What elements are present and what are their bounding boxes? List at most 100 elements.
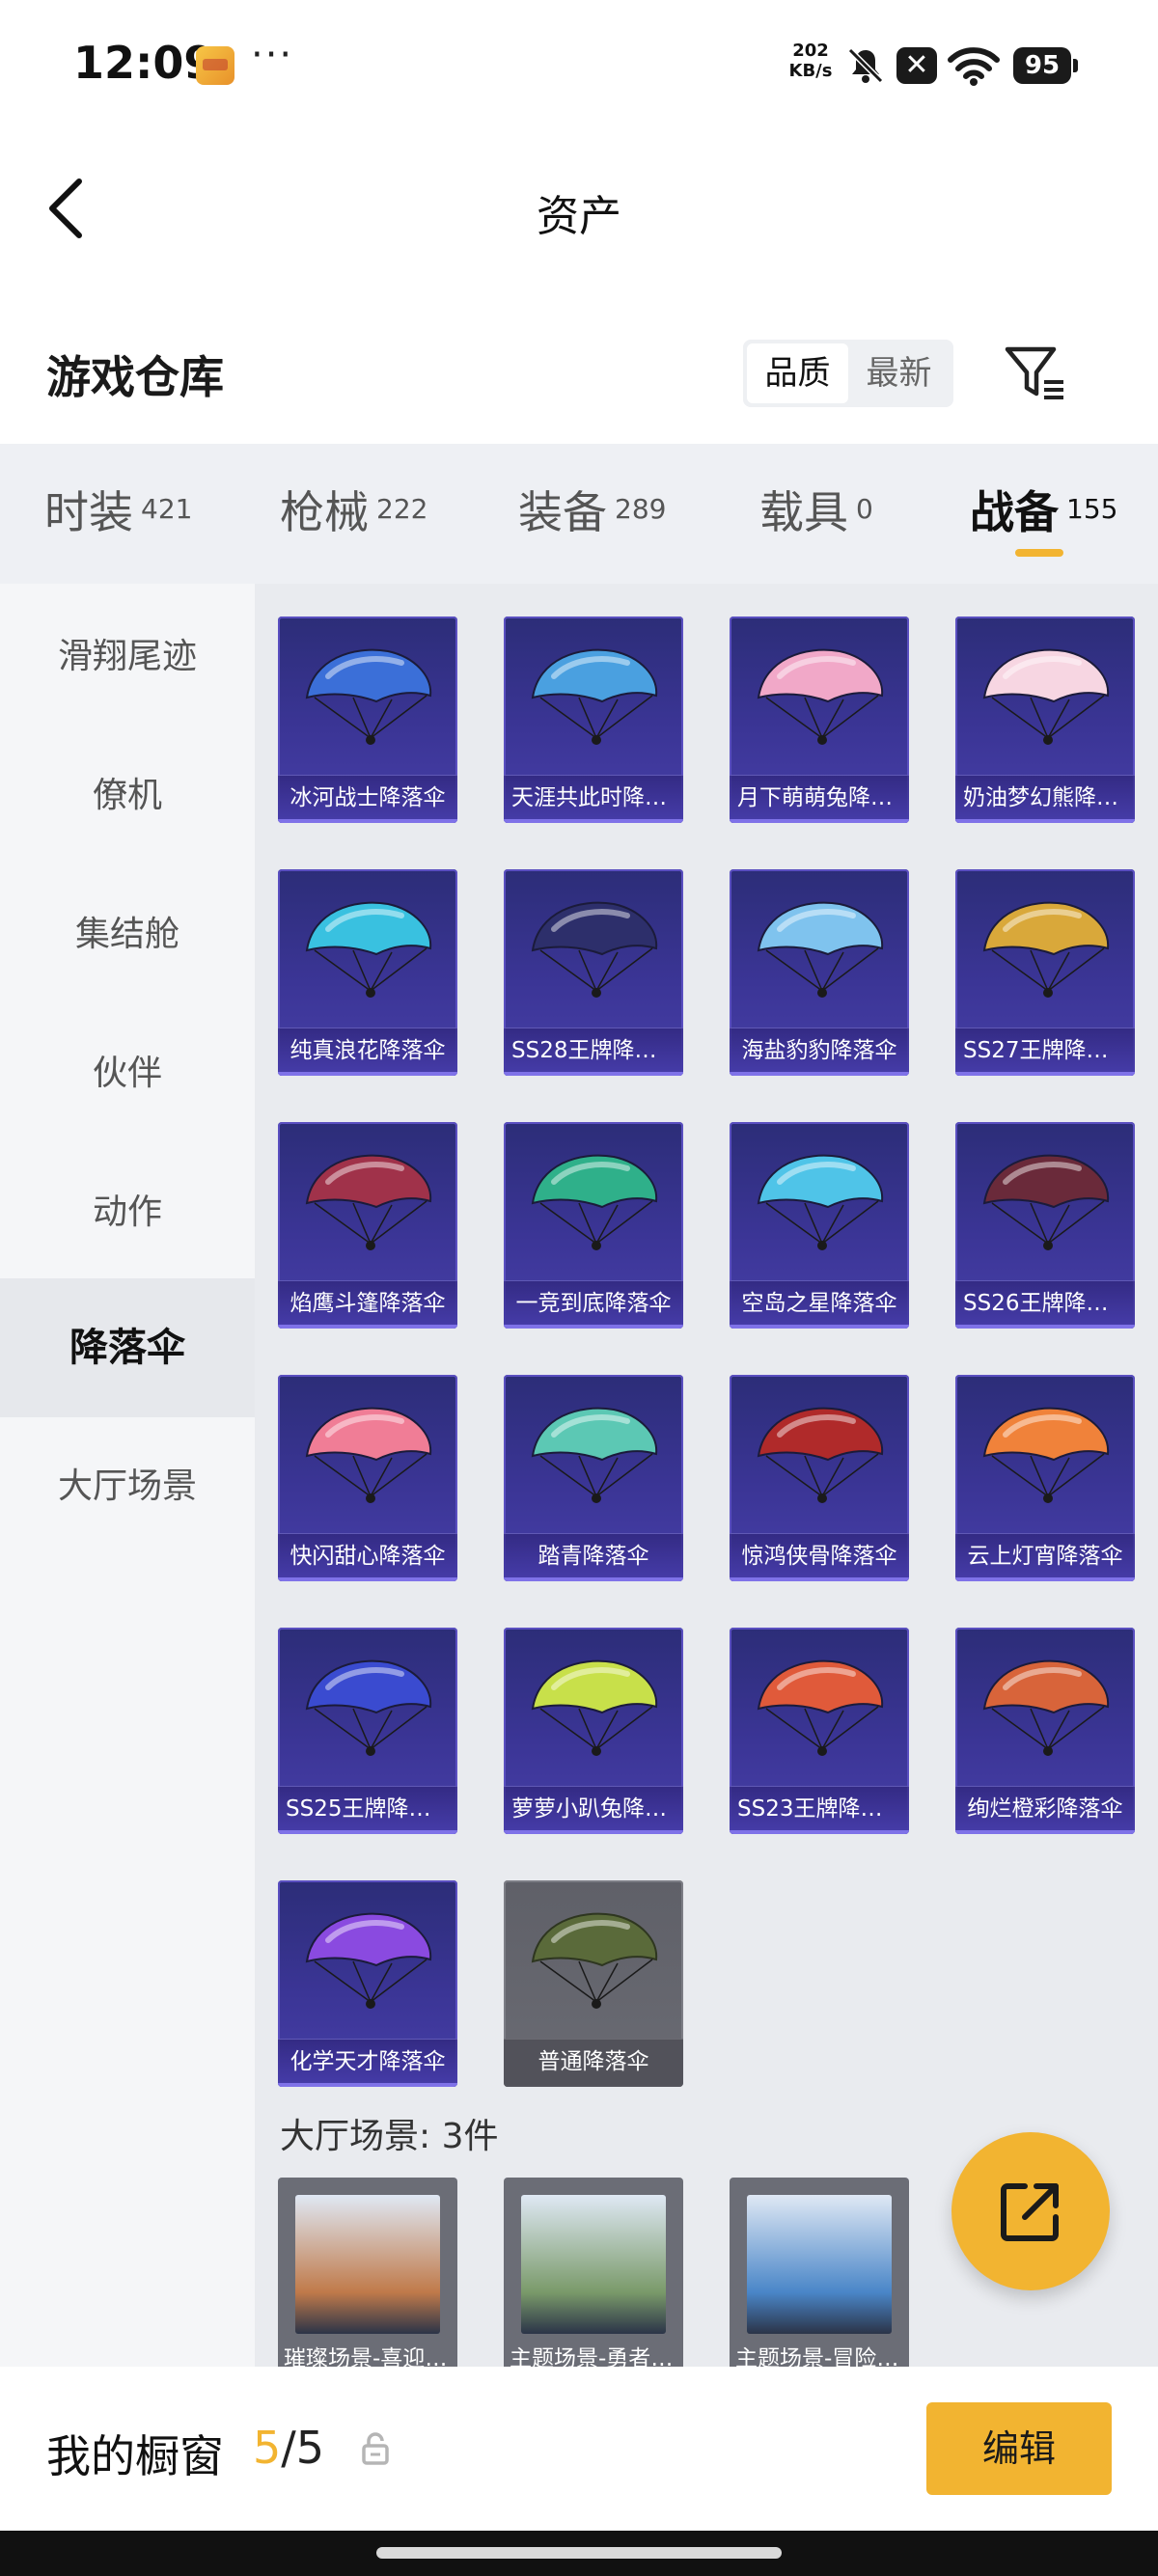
parachute-image	[982, 1659, 1110, 1756]
card-accent-line	[278, 819, 457, 823]
battery-indicator: 95	[1013, 47, 1078, 84]
parachute-image	[531, 901, 658, 998]
parachute-card[interactable]: SS23王牌降落伞	[730, 1628, 909, 1834]
share-button[interactable]	[951, 2132, 1110, 2290]
lobby-scene-name: 璀璨场景-喜迎新春	[284, 2346, 457, 2367]
card-accent-line	[278, 1325, 457, 1329]
tab-count: 289	[615, 493, 667, 525]
card-accent-line	[730, 819, 909, 823]
network-speed-value: 202	[792, 41, 829, 61]
lobby-scene-card[interactable]: 主题场景-冒险之旅	[730, 2178, 909, 2367]
tab-label: 装备	[518, 486, 607, 538]
parachute-card[interactable]: 惊鸿侠骨降落伞	[730, 1375, 909, 1581]
parachute-name: 踏青降落伞	[504, 1533, 683, 1581]
sort-newest-option[interactable]: 最新	[848, 343, 950, 403]
parachute-card[interactable]: 云上灯宵降落伞	[955, 1375, 1135, 1581]
parachute-name: 化学天才降落伞	[278, 2039, 457, 2087]
card-accent-line	[730, 1072, 909, 1076]
parachute-card[interactable]: 绚烂橙彩降落伞	[955, 1628, 1135, 1834]
lobby-scene-section-title: 大厅场景: 3件	[280, 2117, 499, 2156]
parachute-card[interactable]: 天涯共此时降落伞	[504, 617, 683, 823]
parachute-image	[305, 1154, 432, 1250]
parachute-image	[982, 1154, 1110, 1250]
parachute-name: 奶油梦幻熊降落伞	[955, 775, 1135, 823]
tab-equipment[interactable]: 装备 289	[518, 478, 666, 541]
tab-label: 时装	[44, 486, 133, 538]
home-indicator[interactable]	[376, 2547, 782, 2559]
card-accent-line	[278, 2083, 457, 2087]
network-speed-unit: KB/s	[788, 61, 833, 81]
more-notifications-icon: ···	[251, 33, 294, 77]
card-accent-line	[955, 1325, 1135, 1329]
lock-icon	[362, 2432, 389, 2465]
sort-quality-option[interactable]: 品质	[747, 343, 848, 403]
parachute-card[interactable]: 萝萝小趴兔降落伞	[504, 1628, 683, 1834]
item-grid: 大厅场景: 3件 冰河战士降落伞 天涯共此时降落伞 月下萌萌兔降落伞 奶油梦幻熊降落伞…	[255, 584, 1158, 2367]
card-accent-line	[504, 819, 683, 823]
showcase-label: 我的橱窗	[46, 2430, 224, 2482]
x-app-icon: ✕	[896, 47, 937, 84]
parachute-card[interactable]: 快闪甜心降落伞	[278, 1375, 457, 1581]
card-accent-line	[955, 1830, 1135, 1834]
card-accent-line	[730, 1577, 909, 1581]
parachute-card[interactable]: 焰鹰斗篷降落伞	[278, 1122, 457, 1329]
parachute-card[interactable]: 海盐豹豹降落伞	[730, 869, 909, 1076]
lobby-scene-thumbnail	[747, 2195, 892, 2334]
lobby-scene-thumbnail	[521, 2195, 666, 2334]
tab-fashion[interactable]: 时装 421	[44, 478, 192, 541]
sidebar-item-rally-pod[interactable]: 集结舱	[0, 865, 255, 1004]
lobby-scene-card[interactable]: 璀璨场景-喜迎新春	[278, 2178, 457, 2367]
parachute-image	[757, 901, 884, 998]
parachute-name: SS26王牌降落伞	[955, 1280, 1135, 1329]
parachute-card[interactable]: SS28王牌降落伞	[504, 869, 683, 1076]
parachute-image	[305, 901, 432, 998]
parachute-card[interactable]: 化学天才降落伞	[278, 1880, 457, 2087]
card-accent-line	[278, 1830, 457, 1834]
parachute-card[interactable]: 月下萌萌兔降落伞	[730, 617, 909, 823]
parachute-name: 月下萌萌兔降落伞	[730, 775, 909, 823]
card-accent-line	[278, 1577, 457, 1581]
lobby-scene-card[interactable]: 主题场景-勇者之巅	[504, 2178, 683, 2367]
sidebar-item-companion[interactable]: 伙伴	[0, 1004, 255, 1143]
parachute-image	[757, 1407, 884, 1503]
parachute-name: SS28王牌降落伞	[504, 1028, 683, 1076]
card-accent-line	[730, 1830, 909, 1834]
warehouse-title: 游戏仓库	[46, 351, 224, 403]
parachute-image	[531, 1407, 658, 1503]
card-accent-line	[955, 1072, 1135, 1076]
tab-firearms[interactable]: 枪械 222	[280, 478, 427, 541]
parachute-card[interactable]: SS27王牌降落伞	[955, 869, 1135, 1076]
tab-vehicles[interactable]: 载具 0	[759, 478, 873, 541]
parachute-name: SS25王牌降落伞	[278, 1786, 457, 1834]
filter-icon[interactable]	[1004, 343, 1067, 403]
parachute-card[interactable]: 纯真浪花降落伞	[278, 869, 457, 1076]
parachute-image	[305, 1912, 432, 2009]
parachute-card[interactable]: 冰河战士降落伞	[278, 617, 457, 823]
sidebar-item-wingman[interactable]: 僚机	[0, 726, 255, 865]
share-export-icon	[1001, 2183, 1059, 2241]
parachute-name: 普通降落伞	[504, 2039, 683, 2087]
parachute-name: SS23王牌降落伞	[730, 1786, 909, 1834]
network-speed: 202 KB/s	[784, 41, 838, 81]
parachute-name: 快闪甜心降落伞	[278, 1533, 457, 1581]
parachute-card[interactable]: 奶油梦幻熊降落伞	[955, 617, 1135, 823]
tab-combat-gear[interactable]: 战备 155	[970, 478, 1117, 541]
parachute-name: 惊鸿侠骨降落伞	[730, 1533, 909, 1581]
wifi-icon	[948, 47, 1000, 86]
edit-button[interactable]: 编辑	[926, 2402, 1112, 2495]
status-bar: 12:09 ··· 202 KB/s ✕ 95	[0, 0, 1158, 135]
parachute-card[interactable]: 踏青降落伞	[504, 1375, 683, 1581]
parachute-card[interactable]: 一竞到底降落伞	[504, 1122, 683, 1329]
parachute-card[interactable]: SS26王牌降落伞	[955, 1122, 1135, 1329]
parachute-card[interactable]: 空岛之星降落伞	[730, 1122, 909, 1329]
sidebar-item-glide-trail[interactable]: 滑翔尾迹	[0, 588, 255, 726]
parachute-card[interactable]: 普通降落伞	[504, 1880, 683, 2087]
sidebar-item-lobby-scene[interactable]: 大厅场景	[0, 1417, 255, 1556]
parachute-image	[305, 1659, 432, 1756]
parachute-image	[531, 1912, 658, 2009]
parachute-card[interactable]: SS25王牌降落伞	[278, 1628, 457, 1834]
parachute-image	[531, 1154, 658, 1250]
active-tab-indicator	[1015, 549, 1063, 557]
sidebar-item-parachute[interactable]: 降落伞	[0, 1278, 255, 1417]
sidebar-item-emote[interactable]: 动作	[0, 1143, 255, 1282]
